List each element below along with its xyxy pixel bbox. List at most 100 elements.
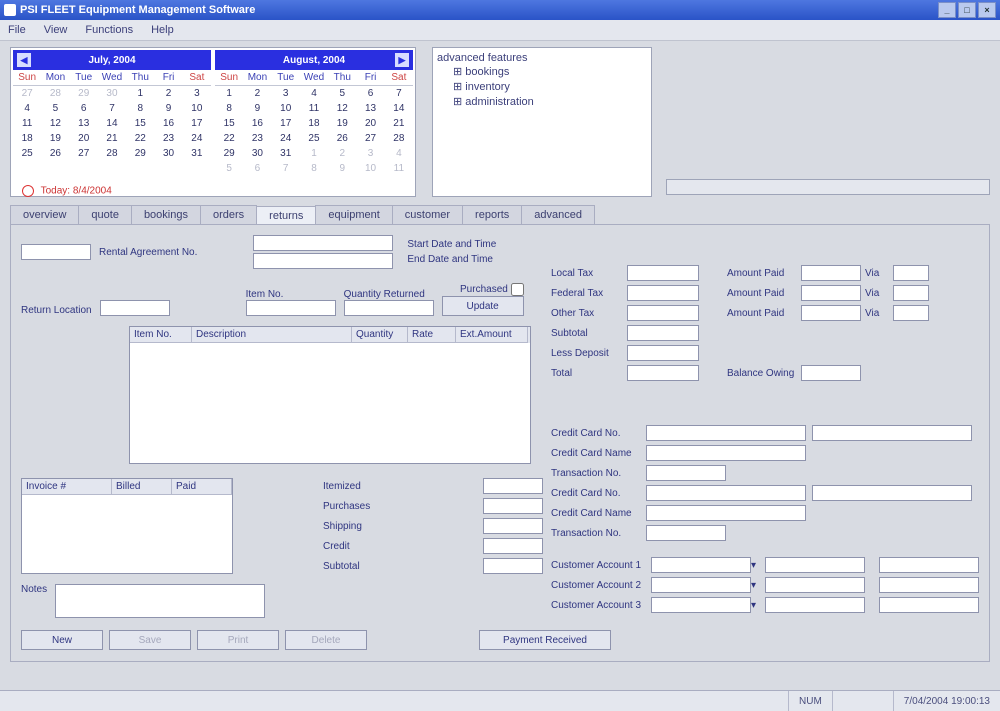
notes-input[interactable] <box>55 584 265 618</box>
cal-prev-icon[interactable]: ◀ <box>17 53 31 67</box>
maximize-button[interactable]: □ <box>958 2 976 18</box>
purchased-checkbox[interactable] <box>511 283 524 296</box>
cal-day[interactable]: 8 <box>300 161 328 176</box>
col-paid[interactable]: Paid <box>172 479 232 495</box>
cal-day[interactable]: 4 <box>13 101 41 116</box>
local-tax-input[interactable] <box>627 265 699 281</box>
cal-day[interactable]: 26 <box>328 131 356 146</box>
qty-returned-input[interactable] <box>344 300 434 316</box>
cal-day[interactable]: 2 <box>243 86 271 101</box>
itemized-input[interactable] <box>483 478 543 494</box>
calendar-july[interactable]: ◀ July, 2004 SunMonTueWedThuFriSat 27282… <box>13 50 211 194</box>
purchases-input[interactable] <box>483 498 543 514</box>
col-item-no[interactable]: Item No. <box>130 327 192 343</box>
calendar-today-label[interactable]: Today: 8/4/2004 <box>18 181 116 201</box>
cal-day[interactable]: 27 <box>13 86 41 101</box>
delete-button[interactable]: Delete <box>285 630 367 650</box>
cal-day[interactable]: 29 <box>70 86 98 101</box>
cal-day[interactable]: 29 <box>126 146 154 161</box>
acct-2a-input[interactable] <box>651 577 751 593</box>
cal-day[interactable]: 11 <box>385 161 413 176</box>
col-description[interactable]: Description <box>192 327 352 343</box>
acct-1b-input[interactable] <box>765 557 865 573</box>
print-button[interactable]: Print <box>197 630 279 650</box>
acct-3c-input[interactable] <box>879 597 979 613</box>
via-1-input[interactable] <box>893 265 929 281</box>
federal-tax-input[interactable] <box>627 285 699 301</box>
cal-day[interactable]: 3 <box>356 146 384 161</box>
menu-view[interactable]: View <box>44 24 68 36</box>
cal-day[interactable]: 7 <box>272 161 300 176</box>
line-items-grid[interactable]: Item No. Description Quantity Rate Ext.A… <box>129 326 531 464</box>
tree-item-inventory[interactable]: ⊞ inventory <box>437 79 647 94</box>
cal-day[interactable]: 1 <box>300 146 328 161</box>
tree-root[interactable]: advanced features <box>437 52 647 64</box>
tab-returns[interactable]: returns <box>256 206 316 225</box>
cal-day[interactable]: 13 <box>70 116 98 131</box>
cal-day[interactable]: 31 <box>272 146 300 161</box>
cal-day[interactable]: 14 <box>98 116 126 131</box>
subtotal2-input[interactable] <box>627 325 699 341</box>
cal-day[interactable]: 6 <box>70 101 98 116</box>
cc-name-2-input[interactable] <box>646 505 806 521</box>
trans-1-input[interactable] <box>646 465 726 481</box>
update-button[interactable]: Update <box>442 296 524 316</box>
acct-1a-input[interactable] <box>651 557 751 573</box>
col-rate[interactable]: Rate <box>408 327 456 343</box>
menu-functions[interactable]: Functions <box>85 24 133 36</box>
cal-day[interactable]: 30 <box>98 86 126 101</box>
cc-name-1-input[interactable] <box>646 445 806 461</box>
cal-day[interactable]: 7 <box>98 101 126 116</box>
cal-day[interactable]: 18 <box>300 116 328 131</box>
cal-day[interactable]: 16 <box>243 116 271 131</box>
close-button[interactable]: × <box>978 2 996 18</box>
amount-paid-2-input[interactable] <box>801 285 861 301</box>
cal-day[interactable]: 25 <box>300 131 328 146</box>
cal-day[interactable]: 11 <box>300 101 328 116</box>
menu-help[interactable]: Help <box>151 24 174 36</box>
end-datetime-input[interactable] <box>253 253 393 269</box>
cal-day[interactable]: 28 <box>98 146 126 161</box>
cal-day[interactable]: 20 <box>356 116 384 131</box>
menu-file[interactable]: File <box>8 24 26 36</box>
new-button[interactable]: New <box>21 630 103 650</box>
cal-day[interactable]: 1 <box>126 86 154 101</box>
col-invoice[interactable]: Invoice # <box>22 479 112 495</box>
acct-1c-input[interactable] <box>879 557 979 573</box>
cal-day[interactable]: 19 <box>41 131 69 146</box>
acct-3a-input[interactable] <box>651 597 751 613</box>
cal-day[interactable]: 28 <box>41 86 69 101</box>
cal-day[interactable]: 9 <box>154 101 182 116</box>
amount-paid-3-input[interactable] <box>801 305 861 321</box>
rental-agreement-input[interactable] <box>21 244 91 260</box>
other-tax-input[interactable] <box>627 305 699 321</box>
cal-day[interactable]: 14 <box>385 101 413 116</box>
cal-day[interactable]: 4 <box>385 146 413 161</box>
acct-2b-input[interactable] <box>765 577 865 593</box>
shipping-input[interactable] <box>483 518 543 534</box>
minimize-button[interactable]: _ <box>938 2 956 18</box>
acct-3b-input[interactable] <box>765 597 865 613</box>
cal-day[interactable]: 9 <box>243 101 271 116</box>
less-deposit-input[interactable] <box>627 345 699 361</box>
calendar-august[interactable]: August, 2004 ▶ SunMonTueWedThuFriSat 123… <box>215 50 413 194</box>
cal-day[interactable]: 13 <box>356 101 384 116</box>
cal-day[interactable]: 20 <box>70 131 98 146</box>
cal-day[interactable]: 23 <box>154 131 182 146</box>
cal-day[interactable]: 10 <box>183 101 211 116</box>
cal-day[interactable]: 4 <box>300 86 328 101</box>
cal-day[interactable]: 2 <box>328 146 356 161</box>
invoice-grid[interactable]: Invoice # Billed Paid <box>21 478 233 574</box>
cal-day[interactable]: 6 <box>356 86 384 101</box>
cal-day[interactable]: 26 <box>41 146 69 161</box>
cal-day[interactable]: 27 <box>70 146 98 161</box>
cal-day[interactable]: 11 <box>13 116 41 131</box>
return-location-input[interactable] <box>100 300 170 316</box>
cal-day[interactable]: 3 <box>183 86 211 101</box>
cal-day[interactable]: 31 <box>183 146 211 161</box>
cal-day[interactable]: 21 <box>98 131 126 146</box>
cal-day[interactable]: 18 <box>13 131 41 146</box>
cal-day[interactable]: 10 <box>272 101 300 116</box>
tab-advanced[interactable]: advanced <box>521 205 595 224</box>
cal-day[interactable]: 22 <box>215 131 243 146</box>
